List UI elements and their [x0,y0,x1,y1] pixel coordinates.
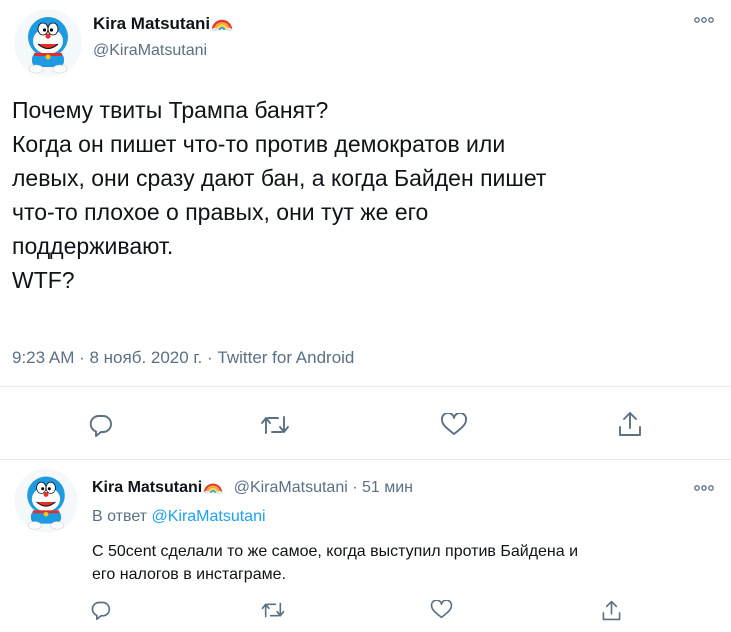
rainbow-icon [203,478,223,500]
like-icon [430,600,452,619]
reply-text: С 50cent сделали то же самое, когда выст… [92,543,579,583]
reply-header: Kira Matsutani @KiraMatsutani · 51 мин [92,478,413,500]
divider [0,386,731,387]
share-button[interactable] [598,596,624,624]
replying-to-handle[interactable]: @KiraMatsutani [151,508,265,525]
like-button[interactable] [439,411,469,439]
replying-to-prefix: В ответ [92,508,148,525]
doraemon-avatar-icon [14,469,78,533]
more-options-icon[interactable] [692,478,716,498]
retweet-button[interactable] [258,597,288,623]
more-options-icon[interactable] [692,10,716,30]
reply-button[interactable] [86,411,116,439]
author-handle[interactable]: @KiraMatsutani [93,42,207,60]
like-icon [441,413,467,435]
author-name-row[interactable]: Kira Matsutani [93,14,233,37]
like-button[interactable] [428,597,454,623]
reply-button[interactable] [88,597,114,623]
tweet-time-ago[interactable]: 51 мин [362,479,413,496]
share-button[interactable] [615,409,645,439]
rainbow-icon [211,14,233,37]
retweet-icon [261,602,285,618]
share-icon [619,412,641,436]
retweet-icon [261,416,289,434]
tweet-timestamp[interactable]: 9:23 AM · 8 нояб. 2020 г. · Twitter for … [12,348,354,368]
doraemon-avatar-icon [14,9,82,77]
author-name[interactable]: Kira Matsutani [93,14,210,33]
author-handle[interactable]: @KiraMatsutani [234,479,348,496]
share-icon [602,600,620,620]
retweet-button[interactable] [258,411,292,439]
reply-icon [89,415,112,437]
separator-dot: · [352,479,362,496]
divider [0,459,731,460]
author-name[interactable]: Kira Matsutani [92,479,202,496]
replying-to: В ответ @KiraMatsutani [92,508,266,526]
reply-icon [91,601,111,620]
avatar[interactable] [14,469,78,533]
avatar[interactable] [14,9,82,77]
tweet-text: Почему твиты Трампа банят? Когда он пише… [12,97,547,293]
